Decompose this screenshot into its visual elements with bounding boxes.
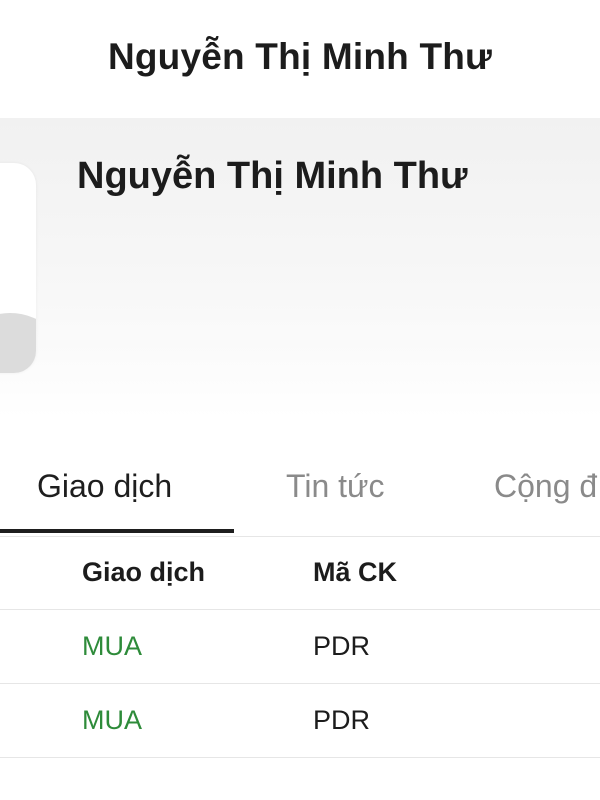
ticker-symbol: PDR xyxy=(313,631,371,661)
column-header-trade: Giao dịch xyxy=(82,557,206,587)
tab-community[interactable]: Cộng đ xyxy=(494,440,597,532)
trades-table: Giao dịch Mã CK MUA PDR MUA PDR xyxy=(0,536,600,758)
table-row[interactable]: MUA PDR xyxy=(0,610,600,684)
tab-trades[interactable]: Giao dịch xyxy=(37,440,172,532)
table-header: Giao dịch Mã CK xyxy=(0,536,600,610)
column-header-ticker: Mã CK xyxy=(313,557,398,587)
active-tab-indicator xyxy=(0,529,234,533)
navigation-bar: Nguyễn Thị Minh Thư xyxy=(0,0,600,118)
avatar-placeholder-icon xyxy=(0,313,36,373)
tab-bar: Giao dịch Tin tức Cộng đ xyxy=(0,440,600,537)
ticker-symbol: PDR xyxy=(313,705,371,735)
trade-action: MUA xyxy=(82,705,142,735)
avatar[interactable] xyxy=(0,163,36,373)
trade-action: MUA xyxy=(82,631,142,661)
nav-title: Nguyễn Thị Minh Thư xyxy=(107,36,493,77)
profile-page: Nguyễn Thị Minh Thư Nguyễn Thị Minh Thư … xyxy=(0,0,600,800)
tab-news[interactable]: Tin tức xyxy=(286,440,384,532)
profile-name: Nguyễn Thị Minh Thư xyxy=(77,155,468,197)
profile-header: Nguyễn Thị Minh Thư xyxy=(0,118,600,418)
table-row[interactable]: MUA PDR xyxy=(0,684,600,758)
